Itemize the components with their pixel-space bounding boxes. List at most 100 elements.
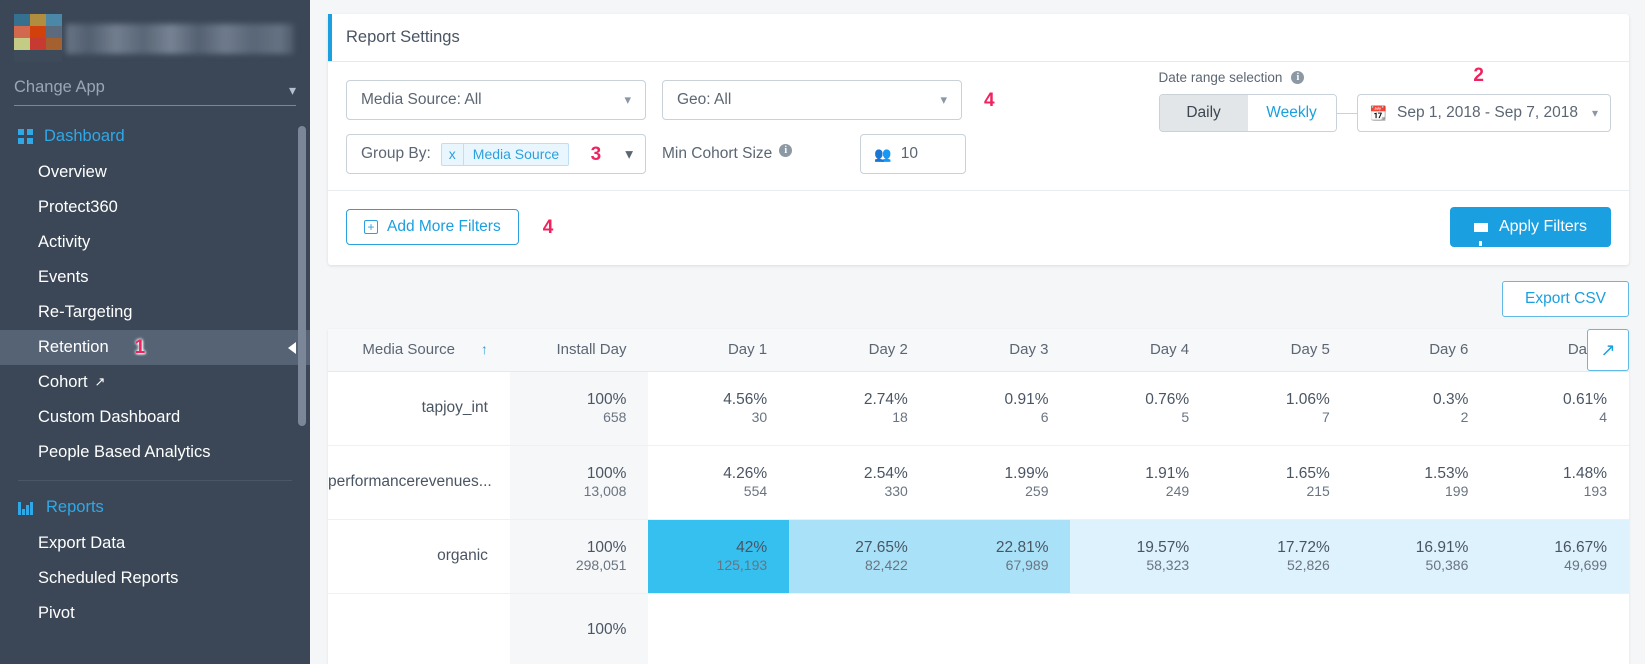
column-header-media-source[interactable]: Media Source ↑ (328, 329, 510, 371)
sidebar-item-custom-dashboard[interactable]: Custom Dashboard (0, 400, 310, 435)
cell-count: 82,422 (789, 557, 908, 575)
report-settings-header: Report Settings (328, 14, 1629, 62)
table-row[interactable]: performancerevenues...100%13,0084.26%554… (328, 445, 1629, 519)
sidebar-item-activity[interactable]: Activity (0, 225, 310, 260)
add-more-filters-button[interactable]: + Add More Filters (346, 209, 519, 245)
cell-media-source (328, 593, 510, 664)
sidebar-section-dashboard[interactable]: Dashboard (0, 118, 310, 155)
sidebar-item-scheduled-reports[interactable]: Scheduled Reports (0, 561, 310, 596)
column-header-install-day[interactable]: Install Day (510, 329, 649, 371)
geo-filter[interactable]: Geo: All ▾ (662, 80, 962, 120)
cell-count: 7 (1211, 409, 1330, 427)
cell-media-source: organic (328, 519, 510, 593)
column-header-label: Day 1 (728, 341, 767, 358)
column-header-label: Day 6 (1429, 341, 1468, 358)
cell-day-2: 27.65%82,422 (789, 519, 930, 593)
app-root: Change App ▾ DashboardOverviewProtect360… (0, 0, 1645, 664)
column-header-label: Day 4 (1150, 341, 1189, 358)
cell-day-3: 22.81%67,989 (930, 519, 1071, 593)
cell-day-6: 1.53%199 (1352, 445, 1491, 519)
min-cohort-size-label: Min Cohort Size i (662, 145, 792, 163)
column-header-label: Day 3 (1009, 341, 1048, 358)
min-cohort-size-input[interactable]: 👥 10 (860, 134, 966, 174)
column-header-day-6[interactable]: Day 6 (1352, 329, 1491, 371)
sidebar-item-cohort[interactable]: Cohort↗ (0, 365, 310, 400)
sidebar-item-protect360[interactable]: Protect360 (0, 190, 310, 225)
table-row[interactable]: 100% (328, 593, 1629, 664)
sidebar-item-re-targeting[interactable]: Re-Targeting (0, 295, 310, 330)
cell-count: 215 (1211, 483, 1330, 501)
cell-percent: 22.81% (930, 538, 1049, 557)
column-header-label: Media Source (362, 341, 455, 358)
sidebar-item-label: Custom Dashboard (38, 408, 180, 427)
cell-day-1: 4.56%30 (648, 371, 789, 445)
column-header-day-3[interactable]: Day 3 (930, 329, 1071, 371)
cell-install-day: 100% (510, 593, 649, 664)
cell-day-1: 42%125,193 (648, 519, 789, 593)
app-logo-icon (14, 14, 62, 62)
cell-day-2 (789, 593, 930, 664)
sidebar-item-events[interactable]: Events (0, 260, 310, 295)
table-row[interactable]: organic100%298,05142%125,19327.65%82,422… (328, 519, 1629, 593)
cell-percent: 4.56% (648, 390, 767, 409)
change-app-selector[interactable]: Change App ▾ (14, 72, 296, 106)
column-header-day-1[interactable]: Day 1 (648, 329, 789, 371)
sort-ascending-icon[interactable]: ↑ (481, 341, 488, 357)
cell-day-4: 0.76%5 (1070, 371, 1211, 445)
group-by-chip: x Media Source (441, 143, 569, 166)
report-settings-card: Report Settings Date range selection i 2… (328, 14, 1629, 265)
marker-4-filters: 4 (543, 218, 554, 237)
min-cohort-text: Min Cohort Size (662, 145, 772, 163)
cell-count: 298,051 (510, 557, 627, 575)
cell-percent: 100% (510, 620, 627, 639)
cell-percent: 2.74% (789, 390, 908, 409)
export-csv-button[interactable]: Export CSV (1502, 281, 1629, 317)
table-row[interactable]: tapjoy_int100%6584.56%302.74%180.91%60.7… (328, 371, 1629, 445)
sidebar-item-label: Re-Targeting (38, 303, 132, 322)
table-header: Media Source ↑ Install Day Day 1 Day 2 Day 3 D… (328, 329, 1629, 371)
cell-day-1 (648, 593, 789, 664)
cell-count: 249 (1070, 483, 1189, 501)
cell-count: 193 (1490, 483, 1607, 501)
column-header-day-2[interactable]: Day 2 (789, 329, 930, 371)
filter-funnel-icon (1474, 223, 1488, 232)
column-header-day-4[interactable]: Day 4 (1070, 329, 1211, 371)
cell-count: 30 (648, 409, 767, 427)
cell-count: 259 (930, 483, 1049, 501)
column-header-day-7[interactable]: Day 7↗ (1490, 329, 1629, 371)
apply-filters-button[interactable]: Apply Filters (1450, 207, 1611, 247)
sidebar-scrollbar[interactable] (298, 126, 306, 426)
cell-percent: 1.65% (1211, 464, 1330, 483)
cell-percent: 0.76% (1070, 390, 1189, 409)
info-icon[interactable]: i (779, 144, 792, 157)
export-row: Export CSV (328, 281, 1629, 317)
cell-percent: 27.65% (789, 538, 908, 557)
marker-3: 3 (591, 145, 602, 164)
chevron-down-icon: ▾ (289, 83, 296, 97)
group-by-filter[interactable]: Group By: x Media Source 3 ▾ (346, 134, 646, 174)
change-app-label: Change App (14, 78, 105, 97)
sidebar-item-label: Events (38, 268, 88, 287)
cell-percent: 100% (510, 390, 627, 409)
cell-count: 13,008 (510, 483, 627, 501)
cell-percent: 1.53% (1352, 464, 1469, 483)
chip-remove-icon[interactable]: x (442, 144, 464, 165)
sidebar-item-retention[interactable]: Retention1 (0, 330, 310, 365)
media-source-filter[interactable]: Media Source: All ▾ (346, 80, 646, 120)
cell-count: 658 (510, 409, 627, 427)
sidebar-item-export-data[interactable]: Export Data (0, 526, 310, 561)
sidebar-item-overview[interactable]: Overview (0, 155, 310, 190)
sidebar-section-reports[interactable]: Reports (0, 489, 310, 526)
sidebar-item-people-based-analytics[interactable]: People Based Analytics (0, 435, 310, 470)
cell-percent: 0.61% (1490, 390, 1607, 409)
retention-table: Media Source ↑ Install Day Day 1 Day 2 Day 3 D… (328, 329, 1629, 664)
sidebar-item-pivot[interactable]: Pivot (0, 596, 310, 631)
brand-area (0, 0, 310, 72)
cell-day-6: 0.3%2 (1352, 371, 1491, 445)
cell-day-2: 2.74%18 (789, 371, 930, 445)
expand-table-button[interactable]: ↗ (1587, 329, 1629, 371)
cell-day-5: 17.72%52,826 (1211, 519, 1352, 593)
column-header-day-5[interactable]: Day 5 (1211, 329, 1352, 371)
marker-4-geo: 4 (984, 91, 995, 110)
cell-install-day: 100%298,051 (510, 519, 649, 593)
